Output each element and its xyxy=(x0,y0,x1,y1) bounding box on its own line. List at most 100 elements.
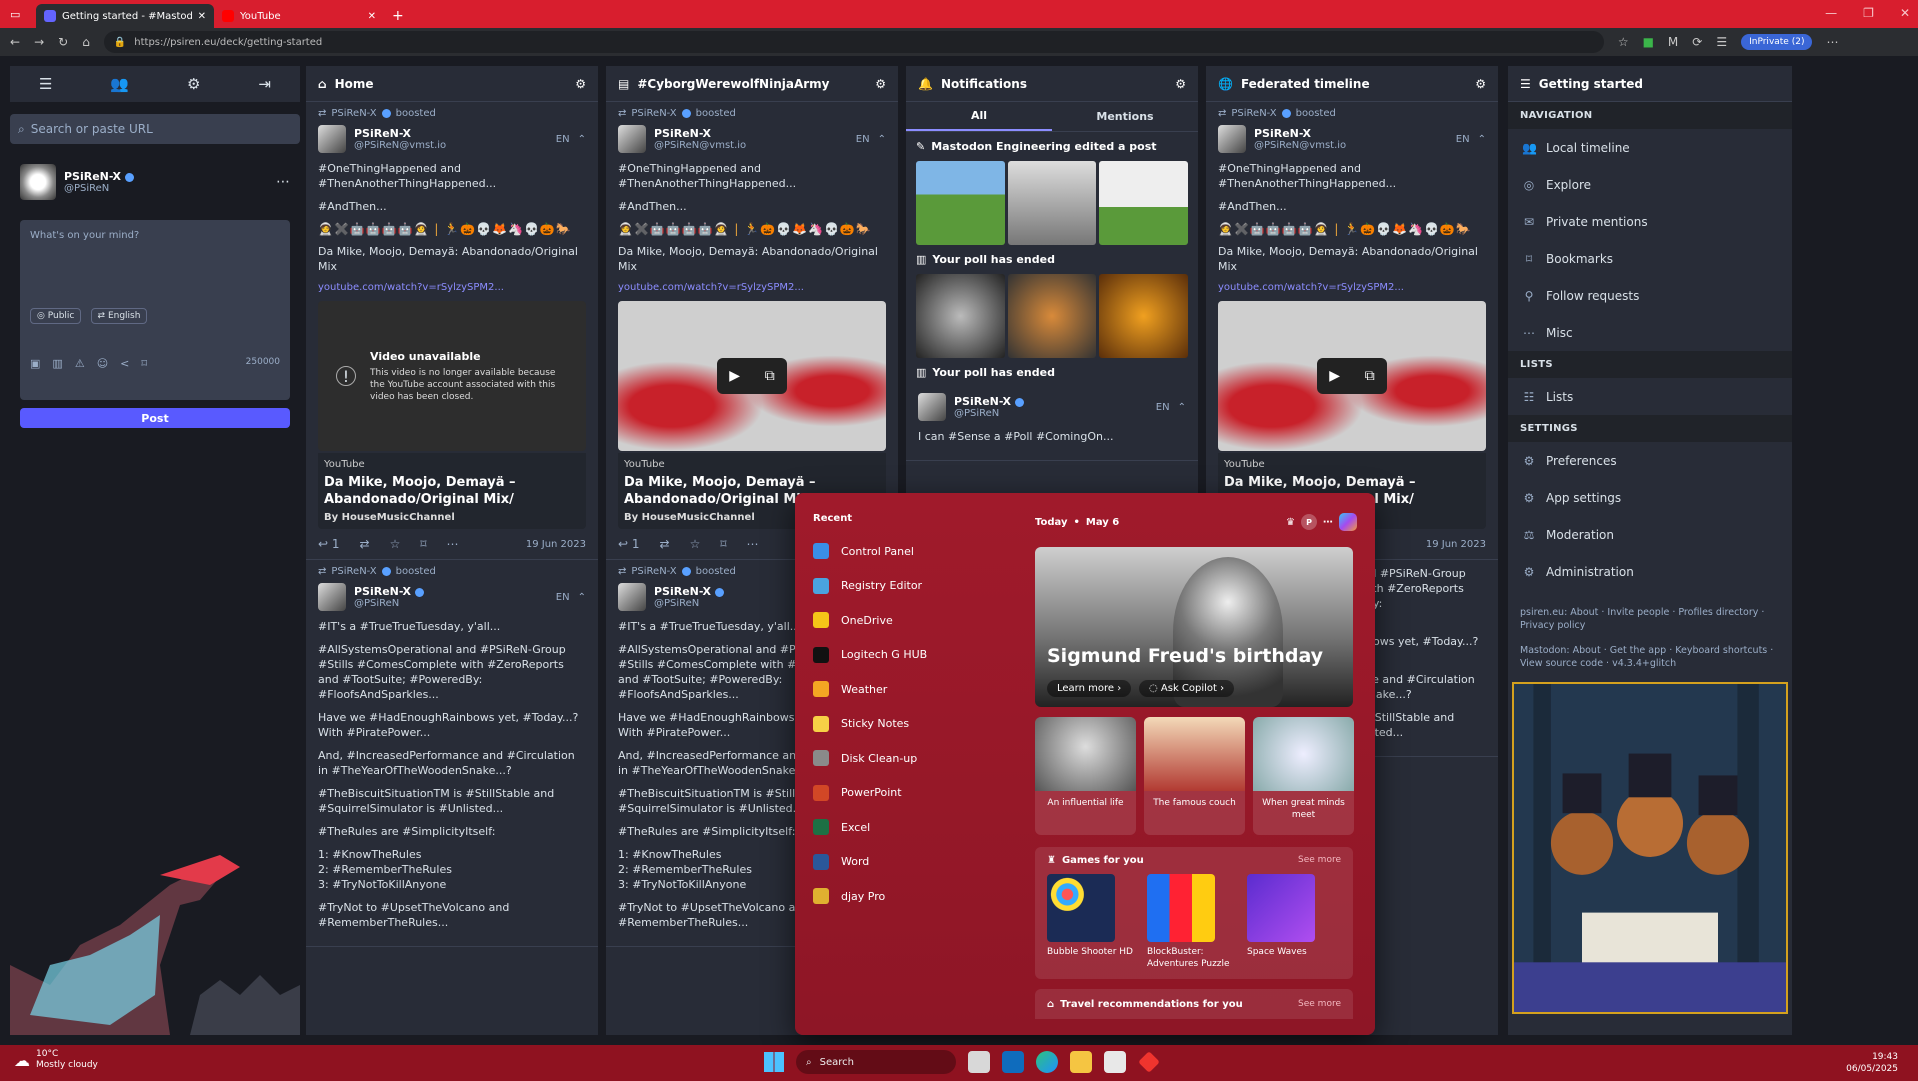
play-icon[interactable]: ▶ xyxy=(729,368,740,384)
boost-icon[interactable]: ⇄ xyxy=(360,537,370,551)
start-app-item[interactable]: Control Panel xyxy=(813,534,1017,569)
footer-links[interactable]: psiren.eu: About · Invite people · Profi… xyxy=(1508,600,1792,638)
notification-item[interactable]: ✎ Mastodon Engineering edited a post xyxy=(906,132,1198,161)
post-link[interactable]: youtube.com/watch?v=rSylzySPM2... xyxy=(1218,282,1486,293)
reply-icon[interactable]: ↩ 1 xyxy=(318,537,340,551)
task-view-icon[interactable] xyxy=(968,1051,990,1073)
current-user[interactable]: PSiReN-X @PSiReN ⋯ xyxy=(10,156,300,208)
ellipsis-icon[interactable]: ⋯ xyxy=(447,537,459,551)
nav-moderation[interactable]: ⚖ Moderation xyxy=(1508,516,1792,553)
play-icon[interactable]: ▶ xyxy=(1329,368,1340,384)
start-app-item[interactable]: Logitech G HUB xyxy=(813,638,1017,673)
post-link[interactable]: youtube.com/watch?v=rSylzySPM2... xyxy=(318,282,586,293)
nav-private-mentions[interactable]: ✉ Private mentions xyxy=(1508,203,1792,240)
reply-icon[interactable]: ↩ 1 xyxy=(618,537,640,551)
chevron-up-icon[interactable]: ⌃ xyxy=(578,134,586,145)
start-app-item[interactable]: Weather xyxy=(813,672,1017,707)
media-thumbnail[interactable] xyxy=(1007,274,1097,358)
bookmark-icon[interactable]: ⌑ xyxy=(141,357,147,370)
avatar[interactable] xyxy=(318,125,346,153)
freud-birthday-card[interactable]: Sigmund Freud's birthday Learn more › ◌ … xyxy=(1035,547,1353,707)
booster-name[interactable]: PSiReN-X xyxy=(631,108,676,119)
sidebar-toggle-icon[interactable]: ▭ xyxy=(10,8,20,21)
nav-lists[interactable]: ☷ Lists xyxy=(1508,378,1792,415)
status-post[interactable]: ⇄ PSiReN-X boosted PSiReN-X @PSiReN@vmst.io… xyxy=(306,102,598,560)
app-icon[interactable] xyxy=(1138,1051,1160,1073)
see-more-link[interactable]: See more xyxy=(1298,999,1341,1009)
extension-icon[interactable]: M xyxy=(1668,35,1678,49)
url-field[interactable]: 🔒 https://psiren.eu/deck/getting-started xyxy=(103,31,1604,53)
booster-name[interactable]: PSiReN-X xyxy=(1231,108,1276,119)
nav-misc[interactable]: ⋯ Misc xyxy=(1508,314,1792,351)
warning-icon[interactable]: ⚠ xyxy=(75,357,85,370)
settings-icon[interactable]: ⚙ xyxy=(875,77,886,91)
post-author[interactable]: PSiReN-X @PSiReN EN ⌃ xyxy=(918,393,1186,421)
ellipsis-icon[interactable]: ⋯ xyxy=(276,174,290,190)
profile-icon[interactable]: P xyxy=(1301,514,1317,530)
start-app-item[interactable]: Sticky Notes xyxy=(813,707,1017,742)
nav-follow-requests[interactable]: ⚲ Follow requests xyxy=(1508,277,1792,314)
snipping-tool-icon[interactable] xyxy=(1104,1051,1126,1073)
status-post[interactable]: ⇄ PSiReN-X boosted PSiReN-X @PSiReN EN ⌃ #… xyxy=(306,560,598,947)
logout-icon[interactable]: ⇥ xyxy=(258,75,271,93)
tab-mentions[interactable]: Mentions xyxy=(1052,102,1198,131)
avatar[interactable] xyxy=(318,583,346,611)
avatar[interactable] xyxy=(1218,125,1246,153)
extension-icon[interactable]: ■ xyxy=(1643,35,1654,49)
post-author[interactable]: PSiReN-X @PSiReN EN ⌃ xyxy=(318,583,586,611)
notification-media[interactable] xyxy=(906,274,1198,358)
start-app-item[interactable]: PowerPoint xyxy=(813,776,1017,811)
emoji-icon[interactable]: ☺ xyxy=(97,357,108,370)
booster-name[interactable]: PSiReN-X xyxy=(631,566,676,577)
settings-icon[interactable]: ⚙ xyxy=(575,77,586,91)
windows-start-icon[interactable] xyxy=(764,1052,784,1072)
video-embed[interactable]: ! Video unavailable This video is no long… xyxy=(318,301,586,451)
tab-all[interactable]: All xyxy=(906,102,1052,131)
chevron-up-icon[interactable]: ⌃ xyxy=(1178,402,1186,413)
maximize-icon[interactable]: ❐ xyxy=(1863,6,1874,20)
external-link-icon[interactable]: ⧉ xyxy=(765,368,775,384)
column-header[interactable]: ☰ Getting started xyxy=(1508,66,1792,102)
share-icon[interactable]: < xyxy=(120,357,129,370)
post-date[interactable]: 19 Jun 2023 xyxy=(1426,539,1486,550)
system-clock[interactable]: 19:43 06/05/2025 xyxy=(1846,1051,1898,1075)
start-app-item[interactable]: Excel xyxy=(813,810,1017,845)
status-post[interactable]: ⇄ PSiReN-X boosted PSiReN-X @PSiReN@vmst.io… xyxy=(606,102,898,560)
column-header[interactable]: 🌐 Federated timeline ⚙ xyxy=(1206,66,1498,102)
post-author[interactable]: PSiReN-X @PSiReN@vmst.io EN ⌃ xyxy=(618,125,886,153)
outlook-icon[interactable] xyxy=(1002,1051,1024,1073)
gears-icon[interactable]: ⚙ xyxy=(187,75,200,93)
game-tile[interactable]: Bubble Shooter HD xyxy=(1047,874,1133,970)
column-header[interactable]: ⌂ Home ⚙ xyxy=(306,66,598,102)
article-tile[interactable]: The famous couch xyxy=(1144,717,1245,835)
nav-explore[interactable]: ◎ Explore xyxy=(1508,166,1792,203)
external-link-icon[interactable]: ⧉ xyxy=(1365,368,1375,384)
chevron-up-icon[interactable]: ⌃ xyxy=(1478,134,1486,145)
avatar[interactable] xyxy=(618,583,646,611)
post-date[interactable]: 19 Jun 2023 xyxy=(526,539,586,550)
inprivate-badge[interactable]: InPrivate (2) xyxy=(1741,34,1813,50)
start-app-item[interactable]: djay Pro xyxy=(813,879,1017,914)
home-icon[interactable]: ⌂ xyxy=(82,35,90,49)
see-more-link[interactable]: See more xyxy=(1298,855,1341,866)
new-tab-button[interactable]: + xyxy=(384,8,412,28)
close-icon[interactable]: ✕ xyxy=(368,11,376,22)
media-thumbnail[interactable] xyxy=(1099,274,1189,358)
back-icon[interactable]: ← xyxy=(10,35,20,49)
article-tile[interactable]: When great minds meet xyxy=(1253,717,1354,835)
notification-item[interactable]: ▥ Your poll has ended xyxy=(906,245,1198,274)
nav-app-settings[interactable]: ⚙ App settings xyxy=(1508,479,1792,516)
media-thumbnail[interactable] xyxy=(916,161,1005,245)
favorite-icon[interactable]: ☆ xyxy=(1618,35,1629,49)
avatar[interactable] xyxy=(618,125,646,153)
copilot-icon[interactable] xyxy=(1339,513,1357,531)
avatar[interactable] xyxy=(918,393,946,421)
ask-copilot-button[interactable]: ◌ Ask Copilot › xyxy=(1139,680,1235,697)
collections-icon[interactable]: ☰ xyxy=(1716,35,1727,49)
post-author[interactable]: PSiReN-X @PSiReN@vmst.io EN ⌃ xyxy=(1218,125,1486,153)
close-icon[interactable]: ✕ xyxy=(198,11,206,22)
chevron-up-icon[interactable]: ⌃ xyxy=(578,592,586,603)
ellipsis-icon[interactable]: ⋯ xyxy=(747,537,759,551)
start-app-item[interactable]: Word xyxy=(813,845,1017,880)
poll-icon[interactable]: ▥ xyxy=(52,357,62,370)
